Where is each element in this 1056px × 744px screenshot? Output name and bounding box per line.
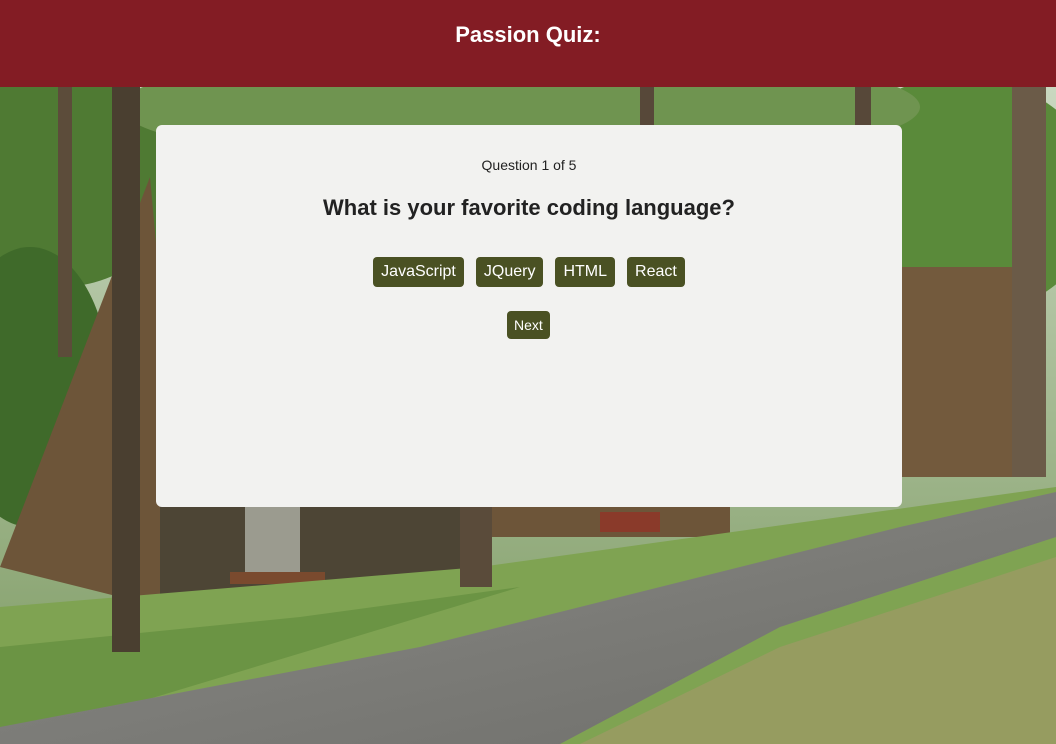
choice-jquery-button[interactable]: JQuery	[475, 257, 544, 287]
question-text: What is your favorite coding language?	[323, 195, 735, 220]
page-header: Passion Quiz:	[0, 0, 1056, 87]
choice-react-button[interactable]: React	[627, 257, 685, 287]
answer-choices: JavaScript JQuery HTML React	[156, 257, 902, 287]
page-title: Passion Quiz:	[455, 22, 601, 47]
quiz-card: Question 1 of 5 What is your favorite co…	[156, 125, 902, 507]
next-button[interactable]: Next	[507, 311, 550, 339]
choice-html-button[interactable]: HTML	[555, 257, 616, 287]
question-progress: Question 1 of 5	[481, 157, 577, 173]
choice-javascript-button[interactable]: JavaScript	[373, 257, 464, 287]
